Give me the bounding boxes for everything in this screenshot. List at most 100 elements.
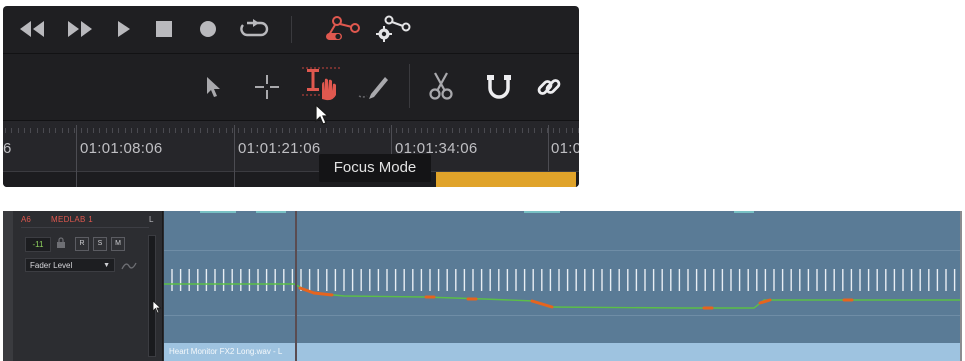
ruler-major-tick: [234, 125, 235, 171]
ruler-minor-tick: [396, 128, 397, 133]
ruler-minor-tick: [465, 128, 466, 133]
audio-track-panel: A6 MEDLAB 1 L -11 R S M Fader Level ▼ He…: [3, 211, 962, 361]
mouse-cursor-icon: [152, 300, 162, 319]
timecode-label: 01:01:08:06: [80, 140, 163, 157]
automation-icon[interactable]: [325, 15, 361, 43]
loop-icon[interactable]: [239, 18, 269, 40]
automation-keyframe[interactable]: [530, 299, 554, 309]
lock-icon[interactable]: [56, 237, 66, 250]
ruler-minor-tick: [188, 128, 189, 133]
ruler-minor-tick: [156, 128, 157, 133]
ruler-minor-tick: [427, 128, 428, 133]
razor-icon[interactable]: [427, 72, 455, 100]
pointer-icon[interactable]: [206, 76, 222, 98]
timeline-toolbar-panel: 6 01:01:08:06 01:01:21:06 01:01:34:06 01…: [3, 6, 579, 187]
mute-button[interactable]: M: [111, 237, 125, 251]
snapping-icon[interactable]: [486, 74, 512, 100]
ruler-minor-tick: [137, 128, 138, 133]
ruler-minor-tick: [244, 128, 245, 133]
ruler-minor-tick: [251, 128, 252, 133]
linked-selection-icon[interactable]: [536, 74, 562, 100]
ruler-minor-tick: [11, 128, 12, 133]
ruler-minor-tick: [99, 128, 100, 133]
ruler-minor-tick: [528, 128, 529, 133]
ruler-minor-tick: [93, 128, 94, 133]
ruler-minor-tick: [572, 128, 573, 133]
audio-meter: [148, 235, 156, 357]
ruler-minor-tick: [333, 128, 334, 133]
ruler-minor-tick: [175, 128, 176, 133]
ruler-minor-tick: [207, 128, 208, 133]
fast-forward-icon[interactable]: [67, 20, 93, 38]
range-selection-icon[interactable]: [254, 74, 280, 100]
ruler-minor-tick: [471, 128, 472, 133]
stop-icon[interactable]: [156, 21, 172, 37]
clip-name-bar[interactable]: [164, 343, 962, 361]
automation-keyframe[interactable]: [298, 286, 316, 295]
track-index: A6: [21, 215, 31, 224]
playhead[interactable]: [295, 211, 297, 361]
timecode-ruler[interactable]: 6 01:01:08:06 01:01:21:06 01:01:34:06 01…: [3, 121, 579, 171]
transport-controls: [3, 6, 579, 54]
automation-keyframe[interactable]: [758, 298, 772, 305]
scrollbar-edge[interactable]: [960, 211, 962, 361]
ruler-minor-tick: [433, 128, 434, 133]
ruler-minor-tick: [553, 128, 554, 133]
rewind-icon[interactable]: [19, 20, 45, 38]
ruler-minor-tick: [213, 128, 214, 133]
ruler-minor-tick: [509, 128, 510, 133]
clip-name: Heart Monitor FX2 Long.wav - L: [169, 347, 283, 356]
ruler-minor-tick: [522, 128, 523, 133]
play-icon[interactable]: [117, 20, 131, 38]
ruler-minor-tick: [295, 128, 296, 133]
ruler-minor-tick: [364, 128, 365, 133]
ruler-minor-tick: [440, 128, 441, 133]
ruler-minor-tick: [496, 128, 497, 133]
track-level-readout[interactable]: -11: [25, 237, 51, 252]
ruler-minor-tick: [169, 128, 170, 133]
ruler-minor-tick: [402, 128, 403, 133]
ruler-minor-tick: [24, 128, 25, 133]
ruler-minor-tick: [226, 128, 227, 133]
record-arm-button[interactable]: R: [75, 237, 89, 251]
separator: [291, 16, 292, 43]
ruler-minor-tick: [257, 128, 258, 133]
timeline-clip[interactable]: [436, 172, 576, 187]
ruler-minor-tick: [106, 128, 107, 133]
audio-waveform: [164, 269, 962, 310]
ruler-minor-tick: [87, 128, 88, 133]
record-icon[interactable]: [199, 20, 217, 38]
curve-icon[interactable]: [121, 259, 137, 277]
automation-settings-icon[interactable]: [375, 15, 411, 43]
ruler-minor-tick: [370, 128, 371, 133]
ruler-minor-tick: [490, 128, 491, 133]
ruler-minor-tick: [446, 128, 447, 133]
ruler-minor-tick: [200, 128, 201, 133]
edit-tools: [3, 54, 579, 121]
ruler-minor-tick: [515, 128, 516, 133]
ruler-minor-tick: [194, 128, 195, 133]
pencil-icon[interactable]: [357, 72, 389, 100]
ruler-minor-tick: [144, 128, 145, 133]
track-name[interactable]: MEDLAB 1: [51, 215, 93, 224]
audio-track-lane[interactable]: Heart Monitor FX2 Long.wav - L: [164, 211, 962, 361]
ruler-minor-tick: [282, 128, 283, 133]
ruler-minor-tick: [232, 128, 233, 133]
automation-keyframe[interactable]: [312, 291, 334, 297]
ruler-minor-tick: [270, 128, 271, 133]
ruler-minor-tick: [541, 128, 542, 133]
ruler-minor-tick: [383, 128, 384, 133]
ruler-minor-tick: [37, 128, 38, 133]
timecode-label: 01:0: [551, 140, 579, 157]
ruler-minor-tick: [43, 128, 44, 133]
focus-mode-icon[interactable]: [300, 65, 344, 101]
ruler-minor-tick: [81, 128, 82, 133]
ruler-minor-tick: [181, 128, 182, 133]
automation-parameter-select[interactable]: Fader Level ▼: [25, 258, 115, 272]
ruler-minor-tick: [131, 128, 132, 133]
ruler-minor-tick: [559, 128, 560, 133]
ruler-minor-tick: [566, 128, 567, 133]
ruler-minor-tick: [352, 128, 353, 133]
solo-button[interactable]: S: [93, 237, 107, 251]
ruler-minor-tick: [62, 128, 63, 133]
